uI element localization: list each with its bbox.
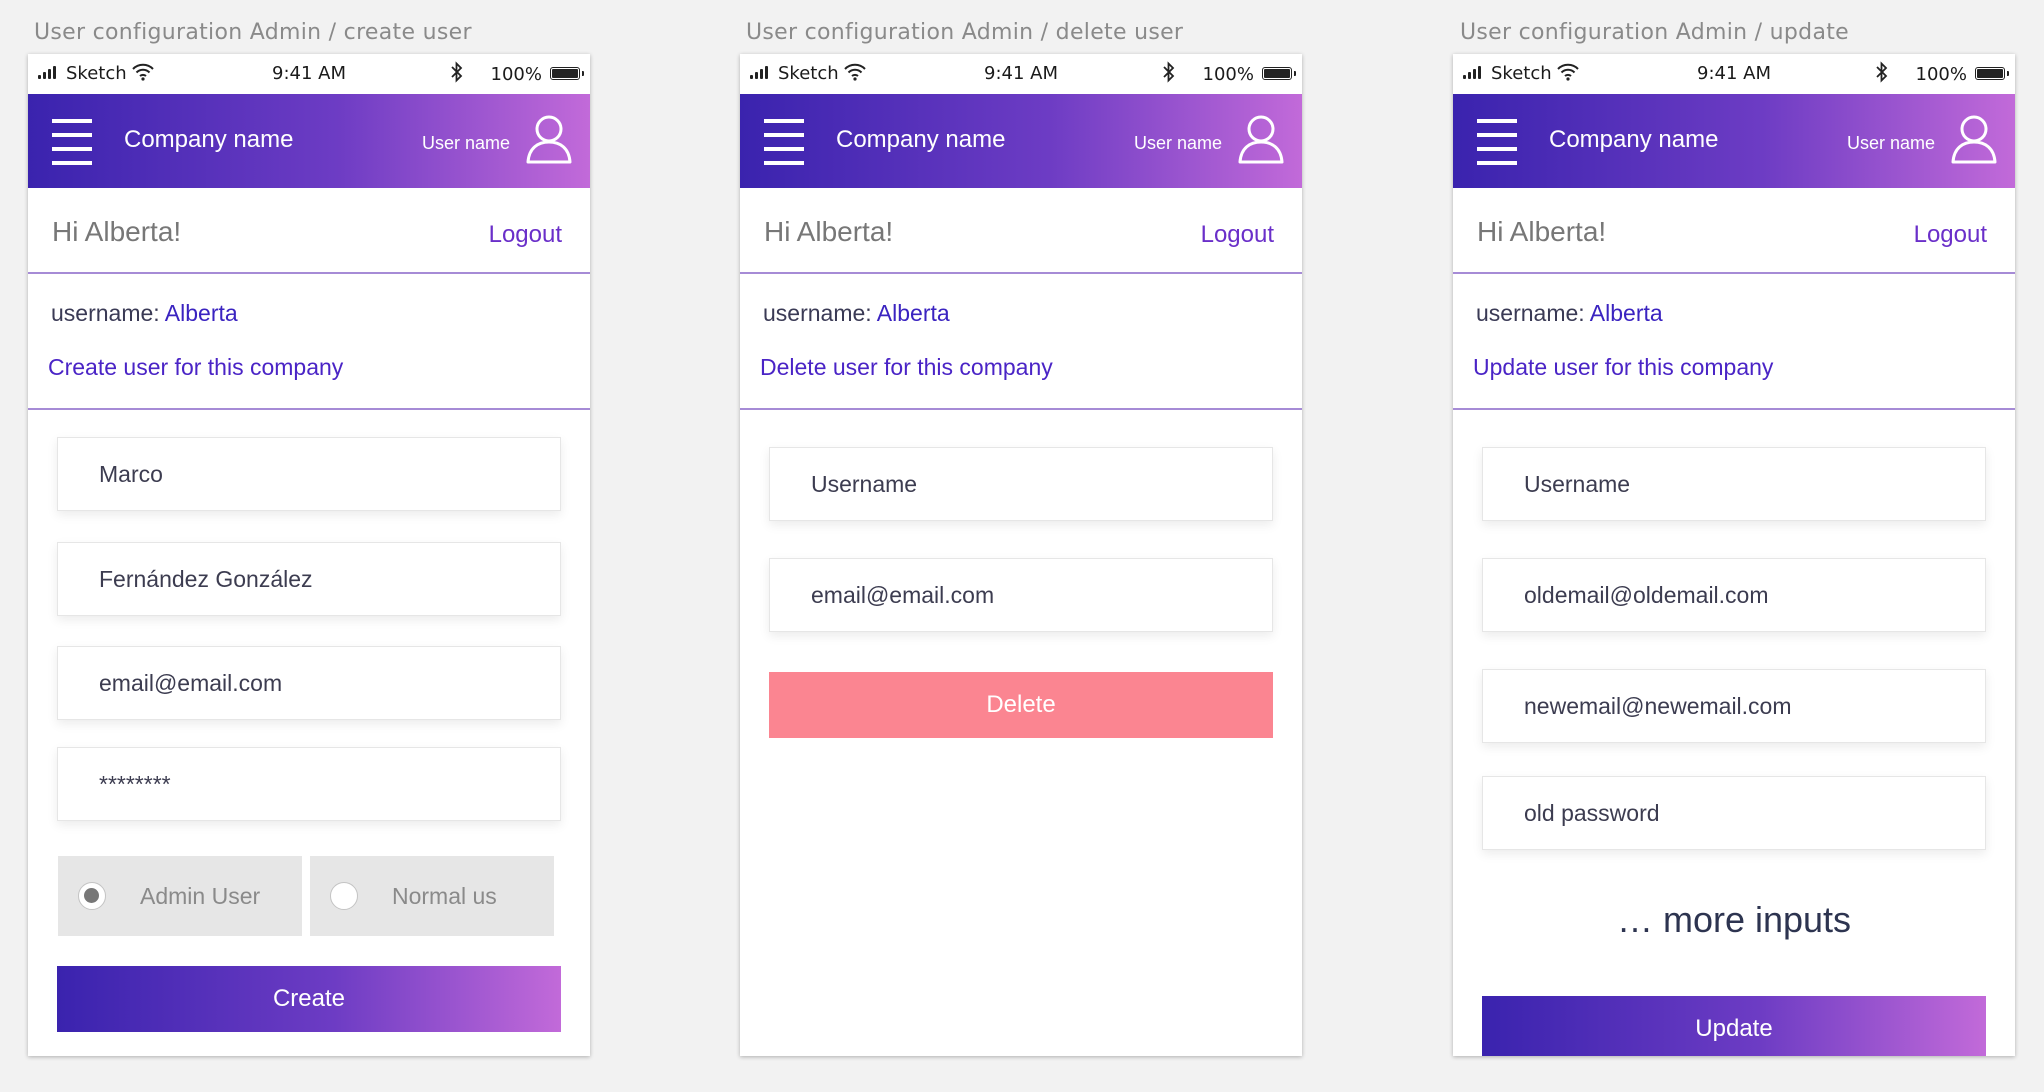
header-user-name[interactable]: User name <box>1847 133 1935 154</box>
create-user-link[interactable]: Create user for this company <box>48 354 343 381</box>
radio-label: Admin User <box>140 883 261 909</box>
username-label: username: <box>763 300 877 326</box>
header-user-name[interactable]: User name <box>422 133 510 154</box>
username-value: Alberta <box>164 300 238 326</box>
menu-icon[interactable] <box>764 119 804 165</box>
radio-admin-user[interactable]: Admin User <box>58 856 302 936</box>
header-user-name[interactable]: User name <box>1134 133 1222 154</box>
username-value: Alberta <box>1589 300 1663 326</box>
phone-delete-user: Sketch 9:41 AM 100% Company name User na… <box>740 54 1302 1056</box>
logout-link[interactable]: Logout <box>1914 221 1987 249</box>
username-field[interactable]: Username <box>769 447 1273 521</box>
info-block: username: Alberta Create user for this c… <box>28 274 590 410</box>
battery-percent: 100% <box>1915 64 1967 85</box>
greeting: Hi Alberta! <box>52 216 182 247</box>
status-bar: Sketch 9:41 AM 100% <box>1453 54 2015 94</box>
battery-percent: 100% <box>490 64 542 85</box>
username-line: username: Alberta <box>51 300 238 327</box>
username-line: username: Alberta <box>763 300 950 327</box>
username-label: username: <box>1476 300 1590 326</box>
new-email-field[interactable]: newemail@newemail.com <box>1482 669 1986 743</box>
user-icon[interactable] <box>526 114 572 164</box>
delete-user-link[interactable]: Delete user for this company <box>760 354 1053 381</box>
update-button[interactable]: Update <box>1482 996 1986 1056</box>
status-bar: Sketch 9:41 AM 100% <box>740 54 1302 94</box>
menu-icon[interactable] <box>1477 119 1517 165</box>
battery-icon <box>1975 67 2009 80</box>
more-inputs-note: … more inputs <box>1616 899 1852 940</box>
bluetooth-icon <box>1163 61 1175 83</box>
username-label: username: <box>51 300 165 326</box>
greeting-row: Hi Alberta! Logout <box>1453 188 2015 274</box>
email-field[interactable]: email@email.com <box>57 646 561 720</box>
app-header: Company name User name <box>1453 94 2015 188</box>
user-icon[interactable] <box>1951 114 1997 164</box>
radio-checked-icon[interactable] <box>78 882 106 910</box>
greeting: Hi Alberta! <box>1477 216 1607 247</box>
info-block: username: Alberta Update user for this c… <box>1453 274 2015 410</box>
password-field[interactable]: ******** <box>57 747 561 821</box>
username-value: Alberta <box>876 300 950 326</box>
old-password-field[interactable]: old password <box>1482 776 1986 850</box>
old-email-field[interactable]: oldemail@oldemail.com <box>1482 558 1986 632</box>
update-user-link[interactable]: Update user for this company <box>1473 354 1773 381</box>
email-field[interactable]: email@email.com <box>769 558 1273 632</box>
phone-create-user: Sketch 9:41 AM 100% Company name User na… <box>28 54 590 1056</box>
company-name: Company name <box>836 126 1006 153</box>
create-button[interactable]: Create <box>57 966 561 1032</box>
greeting-row: Hi Alberta! Logout <box>740 188 1302 274</box>
delete-button[interactable]: Delete <box>769 672 1273 738</box>
company-name: Company name <box>124 126 294 153</box>
artboard-title-create: User configuration Admin / create user <box>34 20 472 45</box>
battery-icon <box>1262 67 1296 80</box>
radio-label: Normal us <box>392 883 497 909</box>
phone-update-user: Sketch 9:41 AM 100% Company name User na… <box>1453 54 2015 1056</box>
battery-percent: 100% <box>1202 64 1254 85</box>
info-block: username: Alberta Delete user for this c… <box>740 274 1302 410</box>
bluetooth-icon <box>451 61 463 83</box>
app-header: Company name User name <box>28 94 590 188</box>
status-bar: Sketch 9:41 AM 100% <box>28 54 590 94</box>
menu-icon[interactable] <box>52 119 92 165</box>
company-name: Company name <box>1549 126 1719 153</box>
last-name-field[interactable]: Fernández González <box>57 542 561 616</box>
app-header: Company name User name <box>740 94 1302 188</box>
first-name-field[interactable]: Marco <box>57 437 561 511</box>
logout-link[interactable]: Logout <box>489 221 562 249</box>
battery-icon <box>550 67 584 80</box>
radio-unchecked-icon[interactable] <box>330 882 358 910</box>
username-field[interactable]: Username <box>1482 447 1986 521</box>
greeting-row: Hi Alberta! Logout <box>28 188 590 274</box>
artboard-title-delete: User configuration Admin / delete user <box>746 20 1184 45</box>
greeting: Hi Alberta! <box>764 216 894 247</box>
logout-link[interactable]: Logout <box>1201 221 1274 249</box>
artboard-title-update: User configuration Admin / update <box>1460 20 1849 45</box>
radio-normal-user[interactable]: Normal us <box>310 856 554 936</box>
bluetooth-icon <box>1876 61 1888 83</box>
username-line: username: Alberta <box>1476 300 1663 327</box>
user-icon[interactable] <box>1238 114 1284 164</box>
